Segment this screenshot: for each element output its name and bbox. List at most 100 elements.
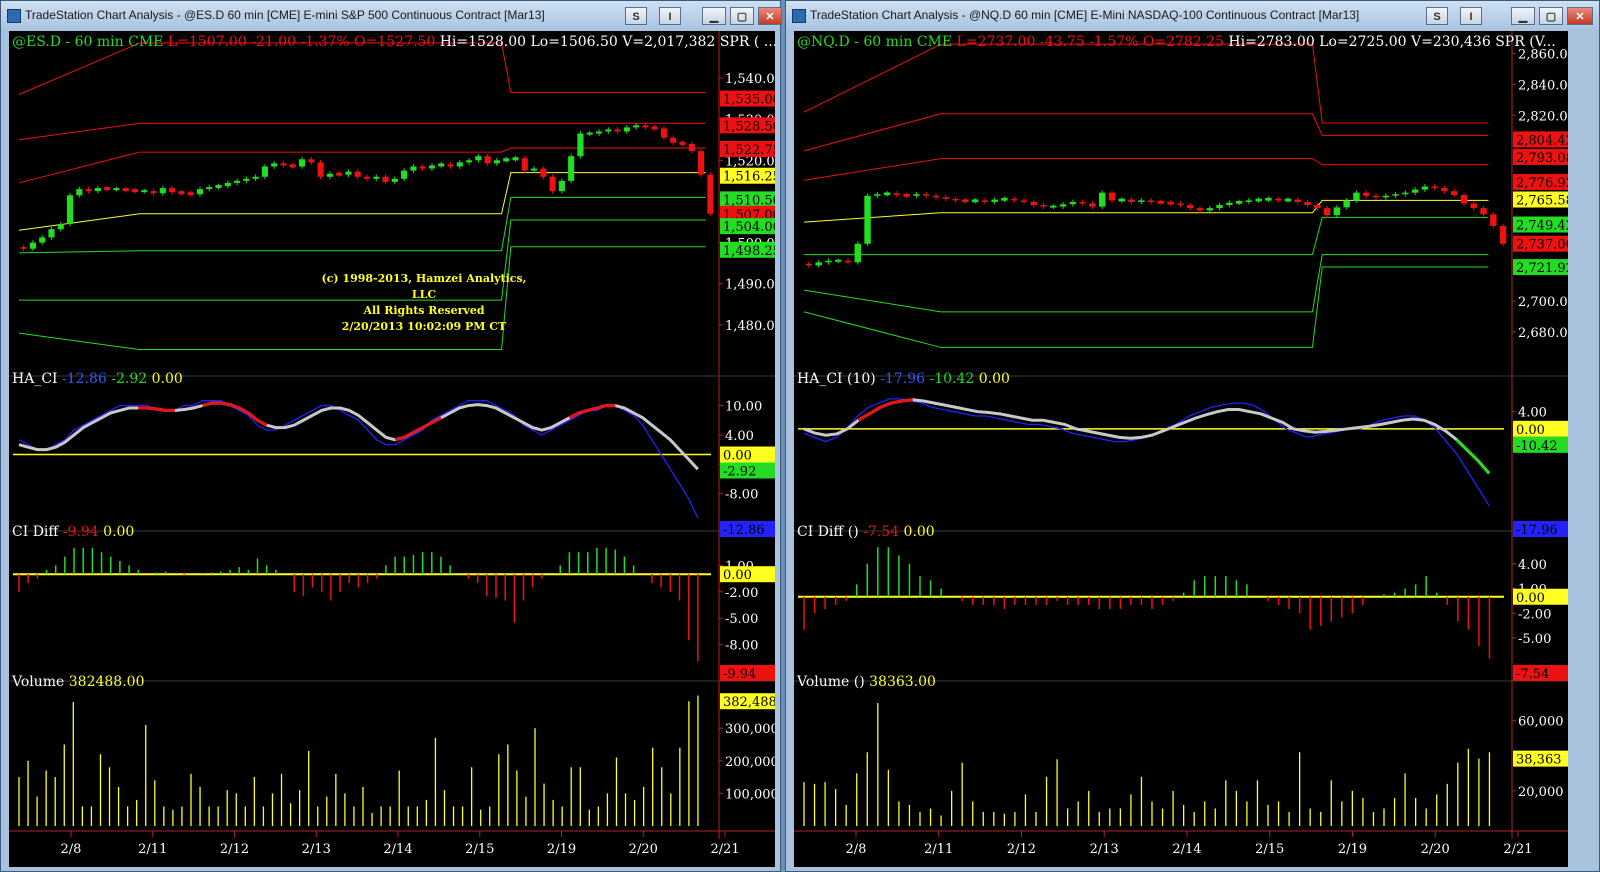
osc-tick-label: -8.00 xyxy=(725,488,758,503)
candle-body xyxy=(623,127,630,132)
volume-value-box-text: 38,363 xyxy=(1516,753,1562,768)
candle-body xyxy=(1265,197,1272,201)
candle-body xyxy=(1382,195,1390,198)
candle-body xyxy=(1362,192,1370,196)
pivot-level-p xyxy=(803,199,1489,223)
candle-body xyxy=(317,162,324,177)
date-tick-label: 2/11 xyxy=(138,842,167,857)
low-price: Lo=1506.50 xyxy=(530,34,618,50)
open-price: O=2782.25 xyxy=(1142,34,1224,50)
price-label-text: 2,765.58 xyxy=(1516,194,1568,209)
candle-body xyxy=(512,157,519,161)
candle-body xyxy=(76,189,83,196)
diff-tick-label: -2.00 xyxy=(1518,607,1551,622)
close-button[interactable]: ✕ xyxy=(758,7,782,25)
date-tick-label: 2/20 xyxy=(629,842,658,857)
left-osc-header: HA_CI -12.86 -2.92 0.00 xyxy=(12,371,183,387)
right-chart-area[interactable]: 2,680.002,700.002,820.002,840.002,860.00… xyxy=(794,31,1568,867)
copyright-line-1: (c) 1998-2013, Hamzei Analytics, LLC xyxy=(321,272,527,301)
candle-body xyxy=(660,128,668,138)
left-chart-area[interactable]: 1,480.001,490.001,500.001,510.001,520.00… xyxy=(9,31,775,867)
candle-body xyxy=(261,166,268,177)
candle-body xyxy=(48,229,55,238)
candle-body xyxy=(1040,205,1047,207)
candle-body xyxy=(1118,198,1126,202)
candle-body xyxy=(614,129,621,132)
diff-zero-box-text: 0.00 xyxy=(723,568,752,583)
candle-body xyxy=(1010,198,1018,201)
right-title-bar[interactable]: TradeStation Chart Analysis - @NQ.D 60 m… xyxy=(786,1,1599,31)
candle-body xyxy=(1460,194,1468,204)
candle-body xyxy=(1480,208,1487,215)
price-tick-label: 1,490.00 xyxy=(725,278,775,293)
candle-body xyxy=(1177,203,1184,206)
symbol-label: @ES.D - 60 min CME xyxy=(12,34,164,50)
candle-body xyxy=(568,156,575,181)
date-tick-label: 2/14 xyxy=(383,842,412,857)
ha-line-red-segment xyxy=(138,406,175,412)
right-volume-header: Volume () 38363.00 xyxy=(797,674,936,690)
candle-body xyxy=(707,174,714,214)
candle-body xyxy=(595,131,603,134)
symbol-link-button[interactable]: S xyxy=(625,7,647,25)
right-chart-window: TradeStation Chart Analysis - @NQ.D 60 m… xyxy=(785,0,1600,872)
candle-body xyxy=(1392,194,1399,196)
candle-body xyxy=(1089,203,1096,207)
candle-body xyxy=(1421,186,1429,190)
maximize-button[interactable]: ▢ xyxy=(1539,7,1563,25)
candle-body xyxy=(1206,208,1214,211)
diff-tick-label: -2.00 xyxy=(725,586,758,601)
ci-line xyxy=(803,398,1490,507)
diff-value-2: 0.00 xyxy=(903,524,935,540)
candle-body xyxy=(308,159,315,163)
candle-body xyxy=(834,259,842,262)
candle-body xyxy=(178,191,185,195)
candle-body xyxy=(1001,197,1008,201)
pivot-level-r2 xyxy=(803,113,1489,152)
minimize-button[interactable]: ▁ xyxy=(1511,7,1535,25)
candle-body xyxy=(1274,198,1282,201)
osc-tick-label: 4.00 xyxy=(725,429,754,444)
volume-tick-label: 100,000 xyxy=(725,787,775,802)
candle-body xyxy=(66,195,74,225)
date-tick-label: 2/13 xyxy=(1090,842,1119,857)
volume-total: V=2,017,382 xyxy=(622,34,716,50)
candle-body xyxy=(1050,205,1057,208)
minimize-button[interactable]: ▁ xyxy=(702,7,726,25)
app-icon xyxy=(792,9,806,23)
low-price: Lo=2725.00 xyxy=(1319,34,1407,50)
symbol-link-button[interactable]: S xyxy=(1426,7,1448,25)
left-title-bar[interactable]: TradeStation Chart Analysis - @ES.D 60 m… xyxy=(1,1,782,31)
date-tick-label: 2/21 xyxy=(710,842,739,857)
candle-body xyxy=(401,170,408,179)
candle-body xyxy=(1343,200,1350,208)
price-label-text: 1,528.50 xyxy=(723,119,775,134)
left-price-header: @ES.D - 60 min CME L=1507.00 -21.00 -1.3… xyxy=(12,34,775,50)
candle-body xyxy=(345,171,352,175)
candle-body xyxy=(113,188,120,191)
candle-body xyxy=(1304,201,1311,206)
candle-body xyxy=(577,133,584,157)
osc-tick-label: 10.00 xyxy=(725,400,762,415)
diff-zero-box-text: 0.00 xyxy=(1516,591,1545,606)
osc-zero-box-text: 0.00 xyxy=(1516,423,1545,438)
maximize-button[interactable]: ▢ xyxy=(730,7,754,25)
candle-body xyxy=(57,224,64,230)
last-price: L=1507.00 xyxy=(167,34,247,50)
candle-body xyxy=(1255,198,1262,202)
candle-body xyxy=(503,158,510,162)
date-tick-label: 2/19 xyxy=(1338,842,1367,857)
close-button[interactable]: ✕ xyxy=(1567,7,1593,25)
diff-value-box-text: -9.94 xyxy=(723,667,756,682)
date-tick-label: 2/8 xyxy=(61,842,82,857)
indicator-menu-button[interactable]: I xyxy=(659,7,681,25)
candle-body xyxy=(521,158,528,171)
net-change: -43.75 xyxy=(1039,34,1085,50)
indicator-menu-button[interactable]: I xyxy=(1460,7,1482,25)
candle-body xyxy=(20,247,27,249)
candle-body xyxy=(922,194,930,196)
ha-line-red-segment xyxy=(202,401,268,427)
volume-tick-label: 300,000 xyxy=(725,722,775,737)
candle-body xyxy=(874,194,881,196)
candle-body xyxy=(131,189,139,193)
